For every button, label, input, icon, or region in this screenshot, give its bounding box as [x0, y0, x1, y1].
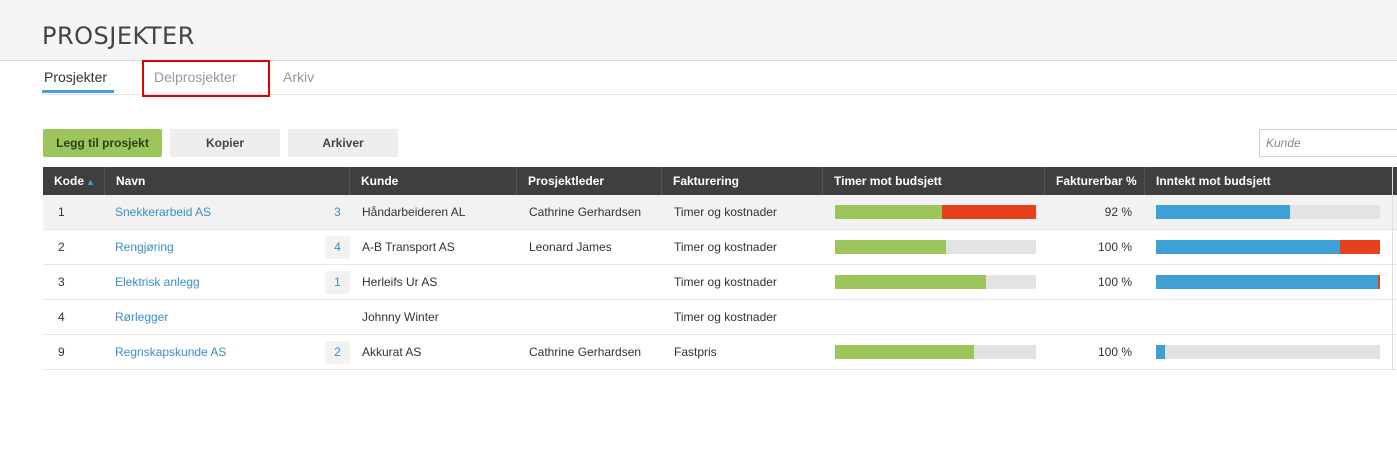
- column-header-prosjektleder[interactable]: Prosjektleder: [517, 167, 662, 195]
- customer-cell: Håndarbeideren AL: [362, 205, 466, 219]
- billing-cell: Timer og kostnader: [674, 275, 777, 289]
- hours-used-segment: [835, 275, 986, 289]
- subproject-count-badge[interactable]: 2: [325, 341, 350, 364]
- table-row[interactable]: 9 Regnskapskunde AS 2 Akkurat AS Cathrine Ge…: [43, 335, 1397, 370]
- hours-used-segment: [835, 205, 942, 219]
- sort-ascending-icon: ▲: [86, 177, 95, 187]
- billable-percent: 100 %: [1097, 345, 1132, 359]
- tab-prosjekter[interactable]: Prosjekter: [44, 69, 107, 85]
- tab-arkiv[interactable]: Arkiv: [283, 69, 314, 85]
- column-header-navn[interactable]: Navn: [105, 167, 350, 195]
- active-tab-indicator: [42, 90, 114, 93]
- income-budget-bar: [1156, 345, 1380, 359]
- customer-cell: Johnny Winter: [362, 310, 439, 324]
- income-earned-segment: [1156, 345, 1165, 359]
- table-row[interactable]: 1 Snekkerarbeid AS 3 Håndarbeideren AL Cathr…: [43, 195, 1397, 230]
- table-header: Kode ▲ Navn Kunde Prosjektleder Faktureri…: [43, 167, 1397, 195]
- income-budget-bar: [1156, 205, 1380, 219]
- hours-budget-bar: [835, 240, 1036, 254]
- project-leader-cell: Cathrine Gerhardsen: [529, 345, 642, 359]
- project-name-link[interactable]: Rørlegger: [115, 300, 168, 334]
- billable-percent: 92 %: [1104, 205, 1132, 219]
- column-header-fakturering[interactable]: Fakturering: [662, 167, 823, 195]
- project-leader-cell: Cathrine Gerhardsen: [529, 205, 642, 219]
- billing-cell: Fastpris: [674, 345, 717, 359]
- add-project-button[interactable]: Legg til prosjekt: [43, 129, 162, 157]
- column-header-kunde[interactable]: Kunde: [350, 167, 517, 195]
- table-row[interactable]: 4 Rørlegger Johnny Winter Timer og kostnade…: [43, 300, 1397, 335]
- project-name-link[interactable]: Regnskapskunde AS: [115, 335, 226, 369]
- column-header-fakturerbar[interactable]: Fakturerbar %: [1045, 167, 1145, 195]
- scroll-edge: [1392, 167, 1397, 370]
- table-row[interactable]: 3 Elektrisk anlegg 1 Herleifs Ur AS Timer og…: [43, 265, 1397, 300]
- income-earned-segment: [1156, 205, 1290, 219]
- row-code: 9: [58, 345, 65, 359]
- income-earned-segment: [1156, 275, 1378, 289]
- billing-cell: Timer og kostnader: [674, 310, 777, 324]
- hours-budget-bar: [835, 275, 1036, 289]
- hours-budget-bar: [835, 345, 1036, 359]
- highlight-box: [142, 60, 270, 97]
- hours-over-segment: [942, 205, 1036, 219]
- column-header-timer-mot-budsjett[interactable]: Timer mot budsjett: [823, 167, 1045, 195]
- income-budget-bar: [1156, 275, 1380, 289]
- customer-cell: Akkurat AS: [362, 345, 422, 359]
- customer-filter-input[interactable]: [1259, 129, 1397, 157]
- income-over-segment: [1340, 240, 1380, 254]
- billable-percent: 100 %: [1097, 240, 1132, 254]
- project-name-link[interactable]: Elektrisk anlegg: [115, 265, 200, 299]
- income-over-segment: [1378, 275, 1380, 289]
- billing-cell: Timer og kostnader: [674, 205, 777, 219]
- hours-budget-bar: [835, 205, 1036, 219]
- row-code: 3: [58, 275, 65, 289]
- customer-cell: A-B Transport AS: [362, 240, 455, 254]
- subproject-count-badge[interactable]: 4: [325, 236, 350, 259]
- table-row[interactable]: 2 Rengjøring 4 A-B Transport AS Leonard Jame…: [43, 230, 1397, 265]
- page-header: PROSJEKTER: [0, 0, 1397, 61]
- column-header-inntekt-mot-budsjett[interactable]: Inntekt mot budsjett: [1145, 167, 1393, 195]
- table-body: 1 Snekkerarbeid AS 3 Håndarbeideren AL Cathr…: [43, 195, 1397, 370]
- hours-used-segment: [835, 240, 946, 254]
- copy-button[interactable]: Kopier: [170, 129, 280, 157]
- subproject-count-badge[interactable]: 1: [325, 271, 350, 294]
- billable-percent: 100 %: [1097, 275, 1132, 289]
- income-budget-bar: [1156, 240, 1380, 254]
- billing-cell: Timer og kostnader: [674, 240, 777, 254]
- row-code: 2: [58, 240, 65, 254]
- income-earned-segment: [1156, 240, 1340, 254]
- row-code: 4: [58, 310, 65, 324]
- customer-cell: Herleifs Ur AS: [362, 275, 438, 289]
- subproject-count-badge[interactable]: 3: [325, 201, 350, 224]
- project-name-link[interactable]: Rengjøring: [115, 230, 174, 264]
- row-code: 1: [58, 205, 65, 219]
- project-leader-cell: Leonard James: [529, 240, 612, 254]
- project-name-link[interactable]: Snekkerarbeid AS: [115, 195, 211, 229]
- column-header-kode[interactable]: Kode ▲: [43, 167, 105, 195]
- projects-table: Kode ▲ Navn Kunde Prosjektleder Faktureri…: [43, 167, 1397, 370]
- page-title: PROSJEKTER: [42, 22, 195, 50]
- hours-used-segment: [835, 345, 974, 359]
- archive-button[interactable]: Arkiver: [288, 129, 398, 157]
